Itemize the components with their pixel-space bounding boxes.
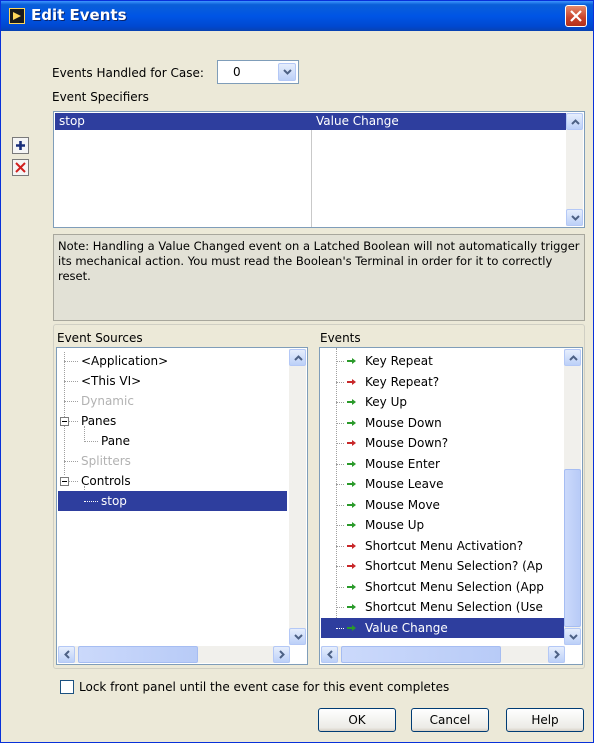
horizontal-scroll-thumb[interactable] <box>341 646 501 663</box>
tree-item-dynamic: Dynamic <box>81 394 134 408</box>
event-item[interactable]: Mouse Down <box>365 413 442 433</box>
filter-event-arrow-icon <box>347 563 356 569</box>
case-dropdown-button[interactable] <box>278 63 296 81</box>
event-item[interactable]: Mouse Up <box>365 515 424 535</box>
scroll-right-button[interactable] <box>548 646 565 663</box>
ok-button[interactable]: OK <box>318 708 396 732</box>
tree-item-pane[interactable]: Pane <box>101 431 130 451</box>
filter-event-arrow-icon <box>347 542 356 549</box>
event-item[interactable]: Mouse Enter <box>365 454 440 474</box>
scroll-left-button[interactable] <box>58 646 75 663</box>
notify-event-arrow-icon <box>347 399 356 405</box>
labview-app-icon <box>9 8 25 24</box>
tree-item-stop[interactable]: stop <box>101 491 127 511</box>
filter-event-arrow-icon <box>347 440 356 446</box>
sources-horizontal-scrollbar[interactable] <box>58 646 290 663</box>
scroll-down-button[interactable] <box>564 628 581 645</box>
tree-item-panes[interactable]: Panes <box>81 411 116 431</box>
delete-specifier-button[interactable] <box>12 159 29 176</box>
add-specifier-button[interactable] <box>12 137 29 154</box>
event-item[interactable]: Shortcut Menu Selection? (Ap <box>365 556 543 576</box>
horizontal-scroll-thumb[interactable] <box>78 646 198 663</box>
help-button[interactable]: Help <box>506 708 584 732</box>
chevron-left-icon <box>64 650 70 659</box>
specifier-event[interactable]: Value Change <box>312 113 399 129</box>
event-item[interactable]: Mouse Leave <box>365 474 443 494</box>
tree-item-application[interactable]: <Application> <box>81 351 168 371</box>
event-item[interactable]: Mouse Down? <box>365 433 448 453</box>
events-horizontal-scrollbar[interactable] <box>321 646 565 663</box>
scroll-up-button[interactable] <box>564 349 581 366</box>
collapse-panes-icon[interactable] <box>60 417 69 426</box>
event-item[interactable]: Key Repeat <box>365 351 433 371</box>
collapse-controls-icon[interactable] <box>60 477 69 486</box>
notify-event-arrow-icon <box>347 419 356 426</box>
lock-front-panel-checkbox[interactable] <box>60 680 74 694</box>
notify-event-arrow-icon <box>347 501 356 508</box>
event-sources-tree[interactable]: <Application> <This VI> Dynamic Panes Pa… <box>56 347 308 665</box>
sources-vertical-scrollbar[interactable] <box>289 349 306 645</box>
column-divider <box>311 130 312 227</box>
scroll-right-button[interactable] <box>273 646 290 663</box>
chevron-down-icon <box>569 634 578 640</box>
event-item[interactable]: Shortcut Menu Selection (App <box>365 577 544 597</box>
chevron-down-icon <box>283 69 292 75</box>
chevron-up-icon <box>569 355 578 361</box>
event-item[interactable]: Key Repeat? <box>365 372 439 392</box>
plus-icon <box>16 141 25 150</box>
chevron-left-icon <box>327 650 333 659</box>
window-title: Edit Events <box>31 6 127 24</box>
delete-x-icon <box>15 162 26 173</box>
events-list[interactable]: Key Repeat Key Repeat? Key Up Mouse Down Mou… <box>319 347 583 665</box>
events-label: Events <box>320 331 361 345</box>
chevron-right-icon <box>279 650 285 659</box>
close-icon <box>570 10 582 22</box>
specifiers-vertical-scrollbar[interactable] <box>566 113 583 226</box>
chevron-right-icon <box>554 650 560 659</box>
events-handled-label: Events Handled for Case: <box>52 66 204 80</box>
scroll-left-button[interactable] <box>321 646 338 663</box>
scroll-down-button[interactable] <box>289 628 306 645</box>
chevron-up-icon <box>294 355 303 361</box>
tree-item-this-vi[interactable]: <This VI> <box>81 371 141 391</box>
notify-event-arrow-icon <box>347 624 356 631</box>
notify-event-arrow-icon <box>347 522 356 528</box>
event-sources-label: Event Sources <box>57 331 143 345</box>
cancel-button[interactable]: Cancel <box>411 708 489 732</box>
scroll-up-button[interactable] <box>566 113 583 130</box>
events-handled-case-select[interactable]: 0 <box>217 60 299 84</box>
close-button[interactable] <box>565 5 587 27</box>
event-item[interactable]: Shortcut Menu Activation? <box>365 536 523 556</box>
table-row[interactable] <box>55 113 567 130</box>
tree-item-controls[interactable]: Controls <box>81 471 131 491</box>
edit-events-dialog: Edit Events Events Handled for Case: 0 E… <box>0 0 594 743</box>
tree-item-splitters: Splitters <box>81 454 131 468</box>
scroll-down-button[interactable] <box>566 209 583 226</box>
vertical-scroll-thumb[interactable] <box>564 469 581 627</box>
latched-boolean-note: Note: Handling a Value Changed event on … <box>53 234 585 321</box>
chevron-up-icon <box>571 119 580 125</box>
event-item[interactable]: Value Change <box>365 618 448 638</box>
chevron-down-icon <box>294 634 303 640</box>
events-handled-value: 0 <box>233 65 241 79</box>
notify-event-arrow-icon <box>347 604 356 610</box>
event-item[interactable]: Mouse Move <box>365 495 440 515</box>
scroll-up-button[interactable] <box>289 349 306 366</box>
notify-event-arrow-icon <box>347 358 356 364</box>
event-item[interactable]: Shortcut Menu Selection (Use <box>365 597 543 617</box>
title-bar[interactable]: Edit Events <box>1 1 593 31</box>
notify-event-arrow-icon <box>347 460 356 467</box>
events-vertical-scrollbar[interactable] <box>564 349 581 645</box>
notify-event-arrow-icon <box>347 481 356 487</box>
event-item[interactable]: Key Up <box>365 392 407 412</box>
filter-event-arrow-icon <box>347 378 356 385</box>
event-specifiers-list[interactable]: stop Value Change <box>53 111 585 228</box>
chevron-down-icon <box>571 215 580 221</box>
notify-event-arrow-icon <box>347 583 356 590</box>
event-specifiers-label: Event Specifiers <box>52 90 149 104</box>
specifier-source[interactable]: stop <box>55 113 85 129</box>
lock-front-panel-label: Lock front panel until the event case fo… <box>79 680 450 694</box>
